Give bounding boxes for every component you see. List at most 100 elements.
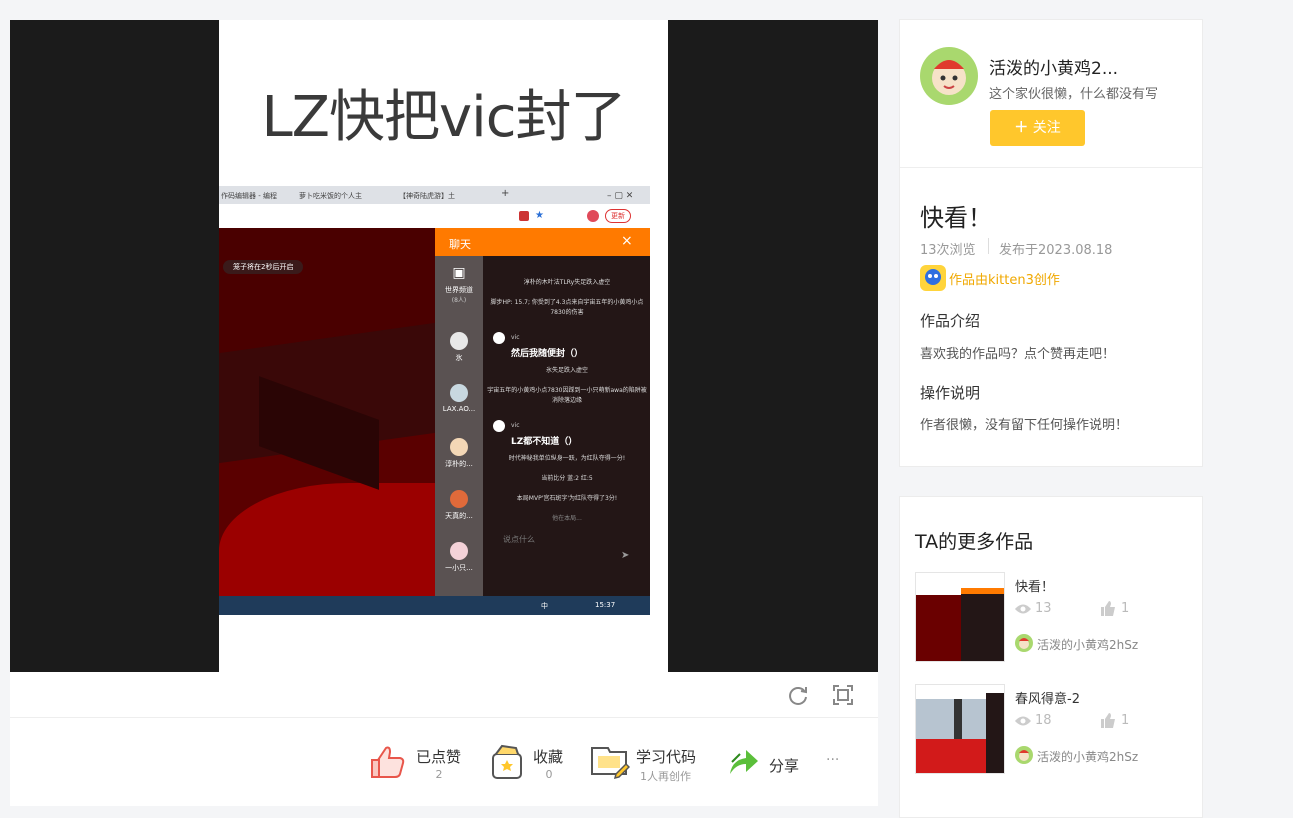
favorite-count: 0: [545, 768, 553, 781]
chat-system-message: 他在本局...: [552, 515, 582, 522]
work-card[interactable]: 春风得意-2 18 1 活泼的小黄鸡2hSz: [915, 684, 1195, 779]
work-card-likes: 1: [1121, 601, 1130, 616]
taskbar-lang: 中: [541, 602, 548, 610]
update-button: 更新: [605, 209, 631, 223]
favorite-button[interactable]: 收藏 0: [490, 740, 570, 788]
work-card-views: 13: [1035, 601, 1052, 616]
profile-icon: [587, 210, 599, 222]
window-controls-icon: – ▢ ✕: [607, 191, 634, 201]
work-thumbnail: [915, 572, 1005, 662]
author-card: 活泼的小黄鸡2... 这个家伙很懒，什么都没有写 ＋ 关注 快看！ 13次浏览 …: [899, 19, 1203, 467]
share-button[interactable]: 分享: [726, 740, 806, 788]
eye-icon: [1015, 604, 1031, 614]
chat-message: 然后我随便封（）: [511, 349, 584, 359]
favorite-label: 收藏: [533, 748, 564, 766]
thumb-up-icon: [1101, 713, 1115, 728]
chat-system-message: 本局MVP'宫石斑字'为红队夺得了3分!: [516, 495, 618, 502]
author-name[interactable]: 活泼的小黄鸡2...: [989, 54, 1118, 79]
avatar: [450, 384, 468, 402]
chat-player-item: 一小只...: [435, 542, 483, 573]
publish-date: 发布于2023.08.18: [999, 243, 1113, 258]
chat-system-message: 淳朴的木叶法TLRy失足跌入虚空: [523, 279, 611, 286]
more-options-button[interactable]: ···: [826, 740, 846, 788]
learn-code-button[interactable]: 学习代码 1人再创作: [590, 740, 710, 788]
fullscreen-icon[interactable]: [832, 684, 854, 706]
world-channel-count: (8人): [451, 297, 467, 304]
avatar: [1015, 746, 1033, 764]
divider: [10, 717, 878, 718]
browser-tab: 萝卜吃米饭的个人主: [299, 192, 362, 200]
embedded-screenshot: 作码编辑器 - 编程 萝卜吃米饭的个人主 【神奇陆虎游】土 + – ▢ ✕ ★ …: [219, 186, 650, 615]
chat-close-icon: ×: [621, 233, 633, 249]
avatar: [450, 438, 468, 456]
follow-button[interactable]: ＋ 关注: [990, 110, 1085, 146]
game-notice: 笼子将在2秒后开启: [223, 260, 304, 274]
learn-code-icon: [591, 747, 630, 780]
work-card-author: 活泼的小黄鸡2hSz: [1037, 750, 1139, 764]
like-hand-icon: [371, 746, 405, 778]
more-works-heading: TA的更多作品: [915, 531, 1034, 553]
chat-player-item: 淳朴的...: [435, 438, 483, 469]
ops-heading: 操作说明: [920, 384, 981, 402]
divider: [900, 167, 1202, 168]
restart-icon[interactable]: [787, 684, 809, 706]
chat-player-name: LAX.AO...: [442, 405, 476, 413]
browser-tabbar: 作码编辑器 - 编程 萝卜吃米饭的个人主 【神奇陆虎游】土 + – ▢ ✕: [219, 186, 650, 204]
more-icon: ···: [826, 752, 840, 768]
chat-bubble-icon: ▣: [452, 265, 466, 281]
chat-input: 说点什么: [503, 535, 535, 544]
chat-sender: vic: [511, 422, 520, 429]
star-icon: ★: [535, 210, 544, 221]
work-player[interactable]: LZ快把vic封了 作码编辑器 - 编程 萝卜吃米饭的个人主 【神奇陆虎游】土 …: [10, 20, 878, 672]
work-card-title: 春风得意-2: [1015, 692, 1080, 707]
chat-system-message: 时代神秘我单位纵身一跃，为红队夺得一分!: [508, 455, 626, 462]
work-thumbnail: [915, 684, 1005, 774]
browser-addressbar: ★ 更新: [219, 204, 650, 229]
browser-tab: 【神奇陆虎游】土: [399, 192, 455, 200]
author-avatar[interactable]: [920, 47, 978, 105]
stage-canvas[interactable]: LZ快把vic封了 作码编辑器 - 编程 萝卜吃米饭的个人主 【神奇陆虎游】土 …: [219, 20, 668, 672]
chat-player-name: 氷: [455, 354, 463, 362]
taskbar-time: 15:37: [595, 601, 616, 609]
more-works-card: TA的更多作品 快看！ 13 1 活泼的小黄鸡2hSz 春风得意-2 18 1 …: [899, 496, 1203, 818]
chat-channel-world: ▣ 世界频道 (8人): [435, 264, 483, 304]
kitten3-icon: [920, 265, 946, 291]
chat-player-item: 天真的...: [435, 490, 483, 521]
intro-heading: 作品介绍: [920, 312, 981, 330]
eye-icon: [1015, 716, 1031, 726]
view-count: 13次浏览: [920, 243, 976, 258]
avatar: [493, 332, 505, 344]
ops-text: 作者很懒，没有留下任何操作说明！: [920, 418, 1129, 433]
intro-text: 喜欢我的作品吗？点个赞再走吧！: [920, 347, 1116, 362]
avatar: [450, 490, 468, 508]
avatar: [450, 542, 468, 560]
share-label: 分享: [769, 757, 800, 775]
work-card[interactable]: 快看！ 13 1 活泼的小黄鸡2hSz: [915, 572, 1195, 667]
chat-title: 聊天: [449, 238, 471, 251]
chat-system-message: 当前比分 蓝:2 红:5: [541, 475, 593, 482]
author-bio: 这个家伙很懒，什么都没有写: [989, 87, 1159, 102]
chat-system-message: 脚步HP: 15.7; 你受到了4.3点来自宇宙五年的小黄鸡小点7830的伤害: [490, 299, 644, 316]
work-card-author: 活泼的小黄鸡2hSz: [1037, 638, 1139, 652]
chat-player-name: 一小只...: [445, 564, 473, 572]
learn-code-sub: 1人再创作: [640, 770, 691, 783]
world-channel-label: 世界频道: [445, 286, 473, 294]
new-tab-icon: +: [501, 188, 510, 199]
created-with-link[interactable]: 作品由kitten3创作: [949, 269, 1060, 288]
thumb-up-icon: [1101, 601, 1115, 616]
chat-sidebar: ▣ 世界频道 (8人) 氷 LAX.AO... 淳朴的... 天真的... 一小…: [435, 256, 483, 596]
like-button[interactable]: 已点赞 2: [370, 740, 470, 788]
learn-code-label: 学习代码: [636, 748, 697, 766]
share-arrow-icon: [730, 750, 758, 774]
avatar: [1015, 634, 1033, 652]
work-title: 快看！: [920, 204, 992, 232]
chat-player-item: LAX.AO...: [435, 384, 483, 413]
work-card-views: 18: [1035, 713, 1052, 728]
chat-system-message: 宇宙五年的小黄鸡小点7830因踩到一小只萌新awa的陷阱被消除落边缘: [487, 387, 647, 404]
chat-sender: vic: [511, 334, 520, 341]
chat-panel: 聊天 × ▣ 世界频道 (8人) 氷 LAX.AO... 淳朴的... 天真的.…: [435, 228, 650, 596]
follow-label: 关注: [1032, 120, 1061, 136]
chat-message: LZ都不知道（）: [511, 437, 578, 447]
avatar: [493, 420, 505, 432]
browser-tab: 作码编辑器 - 编程: [221, 192, 277, 200]
